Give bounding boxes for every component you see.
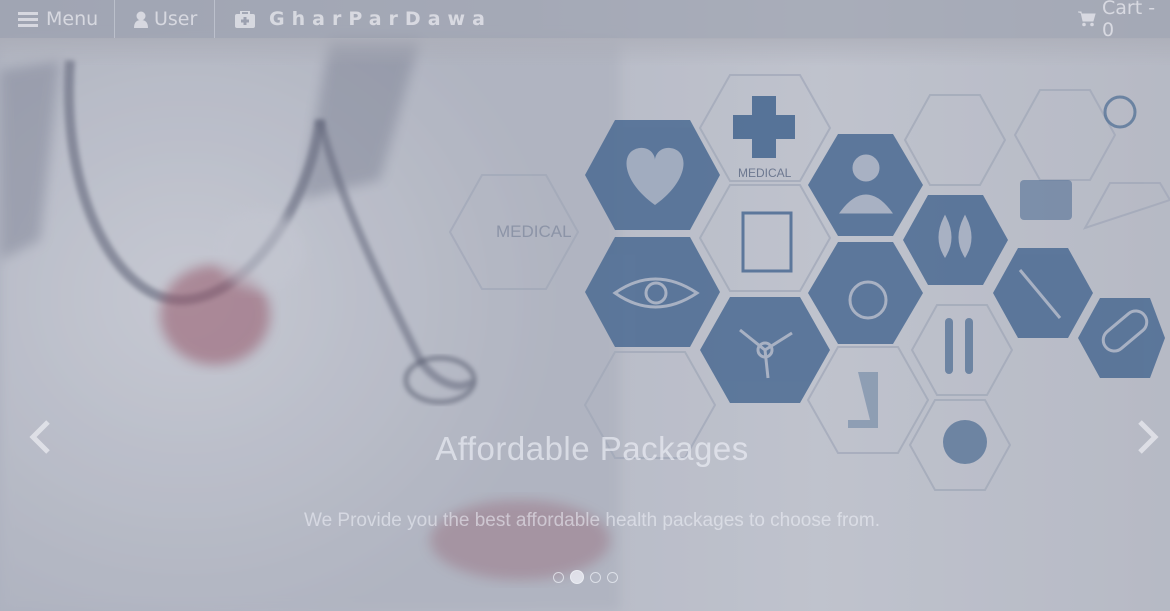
carousel-indicator[interactable]: [590, 571, 601, 583]
user-button[interactable]: User: [134, 0, 197, 38]
hamburger-menu-icon: [18, 11, 38, 27]
carousel-indicator[interactable]: [607, 571, 618, 583]
shopping-cart-icon: [1078, 11, 1096, 27]
brand-link[interactable]: GharParDawa: [235, 0, 492, 38]
navbar-shadow: [0, 38, 1170, 66]
brand-name: GharParDawa: [269, 8, 492, 30]
menu-button[interactable]: Menu: [18, 0, 98, 38]
carousel-indicator[interactable]: [553, 571, 564, 583]
carousel-indicator-active[interactable]: [570, 570, 584, 584]
page: MEDICAL MEDICAL Menu User GharParDawa Ca…: [0, 0, 1170, 611]
medkit-icon: [235, 10, 255, 28]
hex-label-medical: MEDICAL: [496, 222, 572, 241]
carousel-caption-title: Affordable Packages: [435, 430, 749, 467]
cart-button[interactable]: Cart - 0: [1078, 0, 1170, 41]
carousel-indicators: [553, 570, 618, 584]
carousel-caption-text: We Provide you the best affordable healt…: [304, 510, 880, 531]
nav-divider: [114, 0, 115, 38]
menu-label: Menu: [46, 8, 99, 30]
hex-label-medical-small: MEDICAL: [738, 166, 792, 180]
nav-divider: [214, 0, 215, 38]
user-label: User: [154, 8, 198, 30]
cart-label: Cart - 0: [1102, 0, 1156, 41]
user-icon: [134, 11, 148, 28]
